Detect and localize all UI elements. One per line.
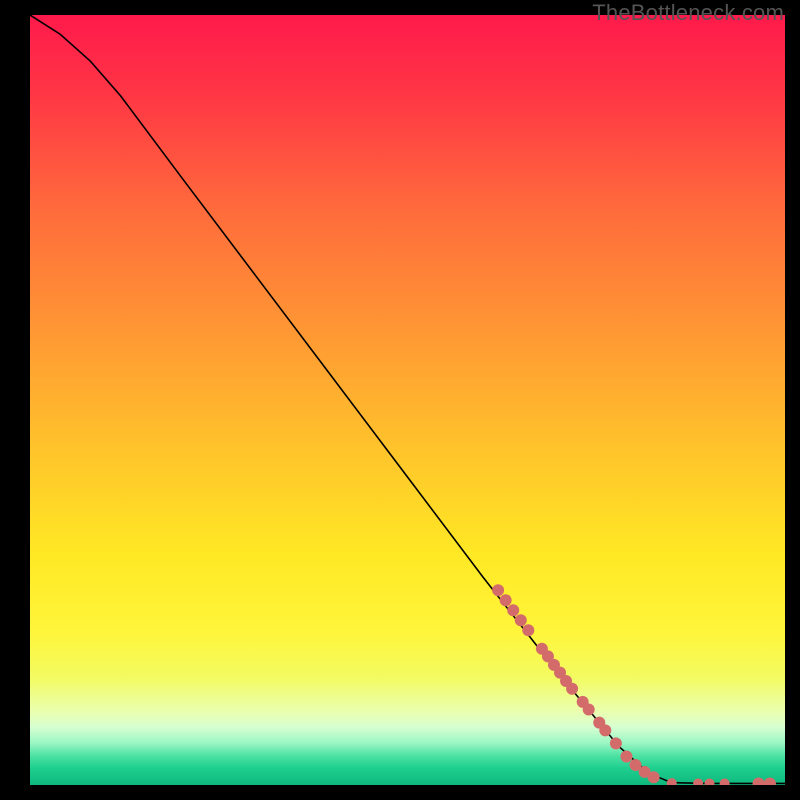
data-marker (492, 584, 504, 596)
data-marker (599, 724, 611, 736)
watermark-text: TheBottleneck.com (592, 0, 784, 26)
data-marker (500, 594, 512, 606)
gradient-background (30, 15, 785, 785)
data-marker (515, 614, 527, 626)
data-marker (566, 683, 578, 695)
plot-area (30, 15, 785, 785)
data-marker (620, 751, 632, 763)
data-marker (648, 771, 660, 783)
chart-frame: TheBottleneck.com (0, 0, 800, 800)
data-marker (507, 604, 519, 616)
data-marker (522, 624, 534, 636)
data-marker (610, 737, 622, 749)
data-marker (583, 704, 595, 716)
chart-svg (30, 15, 785, 785)
